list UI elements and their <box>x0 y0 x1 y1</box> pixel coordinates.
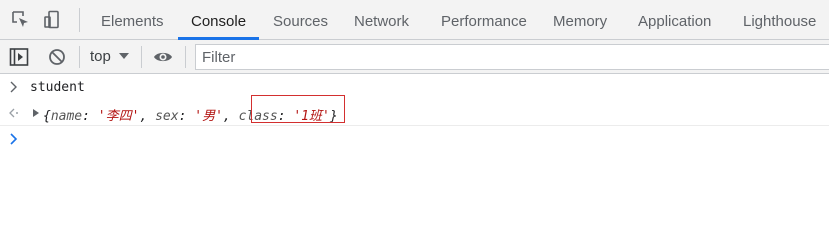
toolbar-divider <box>79 46 80 68</box>
tab-sources[interactable]: Sources <box>273 0 328 39</box>
highlight-box <box>251 95 345 123</box>
device-toggle-icon[interactable] <box>43 10 63 30</box>
console-input-text: student <box>30 80 85 95</box>
colon: : <box>178 109 195 124</box>
object-key: sex <box>155 109 179 124</box>
devtools-tab-bar: Elements Console Sources Network Perform… <box>0 0 829 40</box>
tab-application[interactable]: Application <box>638 0 711 39</box>
console-input-row: student <box>0 74 829 100</box>
prompt-chevron-icon <box>10 133 18 145</box>
tab-lighthouse[interactable]: Lighthouse <box>743 0 816 39</box>
tab-network[interactable]: Network <box>354 0 409 39</box>
sidebar-toggle-icon[interactable] <box>9 47 29 67</box>
tab-console[interactable]: Console <box>191 0 246 39</box>
colon: : <box>82 109 98 124</box>
console-result-row: {name: '李四', sex: '男', class: '1班'} <box>0 100 829 126</box>
context-selector[interactable]: top <box>90 48 111 65</box>
console-prompt-row[interactable] <box>0 126 829 152</box>
chevron-right-icon <box>10 81 17 93</box>
cursor-select-icon[interactable] <box>11 10 31 30</box>
tab-memory[interactable]: Memory <box>553 0 607 39</box>
object-value: '男' <box>194 109 223 124</box>
comma: , <box>139 109 156 124</box>
tab-elements[interactable]: Elements <box>101 0 164 39</box>
comma: , <box>222 109 239 124</box>
expand-triangle-icon[interactable] <box>33 109 39 117</box>
filter-input[interactable] <box>195 44 829 70</box>
toolbar-divider <box>185 46 186 68</box>
toolbar-divider <box>141 46 142 68</box>
console-toolbar: top <box>0 40 829 74</box>
clear-console-icon[interactable] <box>47 47 67 67</box>
chevron-down-icon[interactable] <box>119 53 129 59</box>
live-expression-eye-icon[interactable] <box>153 47 173 67</box>
object-value: '李四' <box>97 109 140 124</box>
open-brace: { <box>43 109 51 124</box>
tab-performance[interactable]: Performance <box>441 0 527 39</box>
object-key: name <box>50 109 83 124</box>
result-arrow-icon <box>9 108 18 118</box>
toolbar-divider <box>79 8 80 32</box>
